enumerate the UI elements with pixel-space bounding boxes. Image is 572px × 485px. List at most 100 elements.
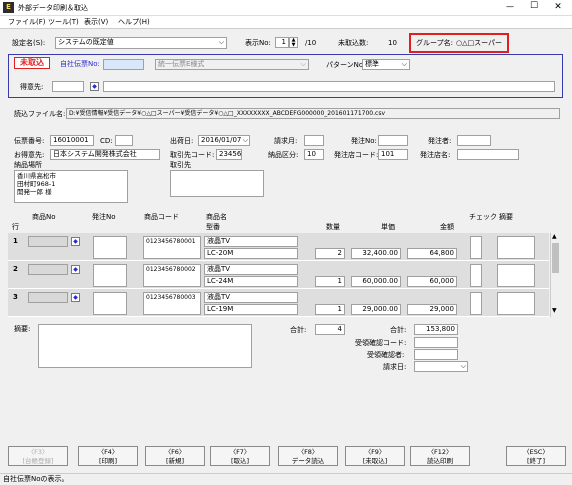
product-no-input[interactable]	[28, 292, 68, 303]
customer-code-input[interactable]	[52, 81, 84, 92]
maximize-button[interactable]: ☐	[524, 1, 544, 11]
order-no-input[interactable]	[378, 135, 408, 146]
product-code-cell[interactable]: 0123456780002	[143, 264, 201, 287]
col-model: 型番	[206, 223, 220, 231]
qty-cell[interactable]: 2	[315, 248, 345, 259]
bill-month-input[interactable]	[304, 135, 324, 146]
menu-tools[interactable]: ツール(T)	[48, 17, 79, 27]
recv-person-label: 受領確認者:	[367, 351, 405, 359]
f6-new-button[interactable]: 〈F6〉 [新規]	[145, 446, 205, 466]
remarks-cell[interactable]	[497, 264, 535, 287]
slip-no-input[interactable]	[103, 59, 144, 70]
product-lookup-icon[interactable]: ◆	[71, 293, 80, 302]
import-status-text: 未取込	[20, 58, 44, 67]
amount-cell[interactable]: 60,000	[407, 276, 457, 287]
setting-select[interactable]: システムの既定値 ⌵	[55, 37, 227, 49]
order-no-cell[interactable]	[93, 264, 127, 287]
pattern-select[interactable]: 標準 ⌵	[362, 59, 410, 70]
qty-cell[interactable]: 1	[315, 304, 345, 315]
ship-date-input[interactable]: 2016/01/07 ⌵	[198, 135, 250, 146]
product-lookup-icon[interactable]: ◆	[71, 237, 80, 246]
trade-textarea[interactable]	[170, 170, 264, 197]
trade-code-input[interactable]: 23456	[216, 149, 242, 160]
model-cell[interactable]: LC-19M	[204, 304, 298, 315]
order-store-name-input[interactable]	[457, 149, 519, 160]
delivery-cat-input[interactable]: 10	[304, 149, 324, 160]
menu-file[interactable]: ファイル(F)	[8, 17, 46, 27]
slip-type-select: 統一伝票E様式 ⌵	[155, 59, 309, 70]
f4-key: 〈F4〉	[97, 448, 119, 456]
customer-name-input[interactable]	[103, 81, 555, 92]
menu-view[interactable]: 表示(V)	[84, 17, 108, 27]
slip-number-input[interactable]: 16010001	[50, 135, 94, 146]
remarks-cell[interactable]	[497, 292, 535, 315]
f8-load-button[interactable]: 〈F8〉 データ読込	[278, 446, 338, 466]
row-number: 2	[13, 265, 18, 273]
remarks-cell[interactable]	[497, 236, 535, 259]
customer-lookup-icon[interactable]: ◆	[90, 82, 99, 91]
esc-exit-button[interactable]: 〈ESC〉 [終了]	[506, 446, 566, 466]
col-product-code: 商品コード	[144, 213, 179, 221]
check-cell[interactable]	[470, 264, 482, 287]
customer-name-label: お得意先:	[14, 151, 45, 159]
check-cell[interactable]	[470, 236, 482, 259]
esc-key: 〈ESC〉	[523, 448, 549, 456]
order-no-cell[interactable]	[93, 292, 127, 315]
qty-cell[interactable]: 1	[315, 276, 345, 287]
col-remarks: 摘要	[499, 213, 513, 221]
order-store-name-label: 発注店名:	[420, 151, 451, 159]
product-no-input[interactable]	[28, 264, 68, 275]
scroll-up-icon[interactable]: ▲	[552, 233, 557, 240]
col-amount: 金額	[440, 223, 454, 231]
recv-code-input[interactable]	[414, 337, 458, 348]
close-button[interactable]: ✕	[548, 2, 568, 12]
check-cell[interactable]	[470, 292, 482, 315]
f4-print-button[interactable]: 〈F4〉 [印刷]	[78, 446, 138, 466]
cd-input[interactable]	[115, 135, 133, 146]
unimported-count: 10	[388, 39, 397, 47]
model-cell[interactable]: LC-20M	[204, 248, 298, 259]
table-row: 1 ◆ 0123456780001 液晶TV LC-20M 2 32,400.0…	[8, 233, 549, 261]
product-name-cell[interactable]: 液晶TV	[204, 292, 298, 303]
chevron-down-icon: ⌵	[218, 38, 224, 46]
bill-date-input[interactable]: ⌵	[414, 361, 468, 372]
model-cell[interactable]: LC-24M	[204, 276, 298, 287]
menu-help[interactable]: ヘルプ(H)	[118, 17, 150, 27]
product-lookup-icon[interactable]: ◆	[71, 265, 80, 274]
customer-name-field[interactable]: 日本システム開発株式会社	[50, 149, 160, 160]
product-code-cell[interactable]: 0123456780003	[143, 292, 201, 315]
detail-grid: 1 ◆ 0123456780001 液晶TV LC-20M 2 32,400.0…	[8, 233, 549, 317]
recv-person-input[interactable]	[414, 349, 458, 360]
price-cell[interactable]: 60,000.00	[351, 276, 401, 287]
delivery-place-textarea[interactable]: 香川県高松市 田村町968-1 開発一郎 様	[14, 170, 128, 203]
product-code-cell[interactable]: 0123456780001	[143, 236, 201, 259]
scroll-thumb[interactable]	[552, 243, 559, 273]
f12-print-button[interactable]: 〈F12〉 読込印刷	[410, 446, 470, 466]
amount-cell[interactable]: 64,800	[407, 248, 457, 259]
orderer-input[interactable]	[457, 135, 491, 146]
display-spinner[interactable]: ▲ ▼	[289, 37, 298, 48]
f9-label: [未取込]	[362, 457, 388, 465]
display-no-input[interactable]: 1	[275, 37, 289, 48]
chevron-down-icon: ⌵	[242, 136, 248, 144]
trade-code-label: 取引先コード:	[170, 151, 215, 159]
price-cell[interactable]: 32,400.00	[351, 248, 401, 259]
file-path-input[interactable]: D:¥受信情報¥受信データ¥○△□スーパー¥受信データ¥○△□_XXXXXXXX…	[66, 108, 560, 119]
product-name-cell[interactable]: 液晶TV	[204, 236, 298, 247]
remarks-textarea[interactable]	[38, 324, 252, 368]
order-store-code-input[interactable]: 101	[378, 149, 408, 160]
row-number: 1	[13, 237, 18, 245]
setting-label: 設定名(S):	[12, 39, 46, 47]
product-no-input[interactable]	[28, 236, 68, 247]
chevron-down-icon: ⌵	[300, 60, 306, 68]
order-no-cell[interactable]	[93, 236, 127, 259]
product-name-cell[interactable]: 液晶TV	[204, 264, 298, 275]
amount-cell[interactable]: 29,000	[407, 304, 457, 315]
f7-import-button[interactable]: 〈F7〉 [取込]	[210, 446, 270, 466]
row-number: 3	[13, 293, 18, 301]
f9-unimported-button[interactable]: 〈F9〉 [未取込]	[345, 446, 405, 466]
price-cell[interactable]: 29,000.00	[351, 304, 401, 315]
minimize-button[interactable]: —	[500, 2, 520, 11]
grid-scrollbar[interactable]: ▲ ▼	[550, 233, 560, 317]
scroll-down-icon[interactable]: ▼	[552, 307, 557, 314]
